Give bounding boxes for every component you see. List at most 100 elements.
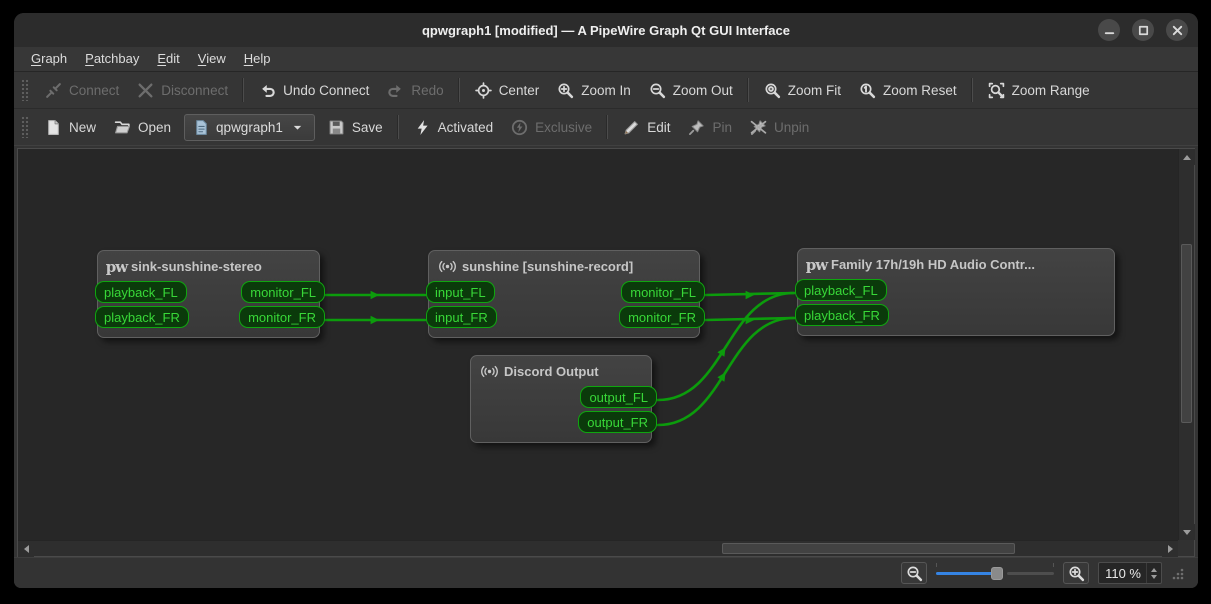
scroll-up-button[interactable] <box>1179 149 1195 165</box>
scroll-down-button[interactable] <box>1179 524 1195 540</box>
zoom-fit-icon <box>764 82 781 99</box>
chevron-down-icon <box>289 119 306 136</box>
graph-node[interactable]: pwsink-sunshine-stereoplayback_FLmonitor… <box>97 250 320 338</box>
save-button[interactable]: Save <box>319 113 392 142</box>
redo-icon <box>387 82 404 99</box>
pin-button[interactable]: Pin <box>679 113 741 142</box>
input-port[interactable]: playback_FR <box>795 304 889 326</box>
unpin-button[interactable]: Unpin <box>741 113 818 142</box>
scroll-down-icon <box>1183 530 1191 535</box>
maximize-icon <box>1135 22 1152 39</box>
connect-button[interactable]: Connect <box>36 76 128 105</box>
toolbar-handle[interactable] <box>21 79 29 101</box>
toolbar-separator <box>459 78 460 102</box>
pipewire-icon: pw <box>108 258 125 275</box>
undo-connect-button[interactable]: Undo Connect <box>250 76 378 105</box>
zoom-spin-arrows[interactable] <box>1146 563 1161 583</box>
open-icon <box>114 119 131 136</box>
node-title: pw sink-sunshine-stereo <box>98 251 319 279</box>
activated-button[interactable]: Activated <box>405 113 503 142</box>
input-port[interactable]: playback_FL <box>795 279 887 301</box>
vertical-scroll-thumb[interactable] <box>1181 244 1192 424</box>
zoom-range-icon <box>988 82 1005 99</box>
graph-node[interactable]: pwFamily 17h/19h HD Audio Contr...playba… <box>797 248 1115 336</box>
vertical-scroll-track[interactable] <box>1179 165 1194 524</box>
zoom-out-button[interactable] <box>901 562 927 584</box>
zoom-out-button[interactable]: Zoom Out <box>640 76 742 105</box>
zoom-in-button[interactable] <box>1063 562 1089 584</box>
patchbay-profile-combobox[interactable]: qpwgraph1 <box>184 114 315 141</box>
toolbar-button-label: Exclusive <box>535 120 592 135</box>
toolbar-button-label: Unpin <box>774 120 809 135</box>
toolbar-separator <box>607 115 608 139</box>
node-title-text: sunshine [sunshine-record] <box>462 259 633 274</box>
horizontal-scroll-track[interactable] <box>34 541 1162 556</box>
scrollbar-corner <box>1178 540 1194 556</box>
open-button[interactable]: Open <box>105 113 180 142</box>
titlebar[interactable]: qpwgraph1 [modified] — A PipeWire Graph … <box>14 13 1198 47</box>
save-icon <box>328 119 345 136</box>
redo-button[interactable]: Redo <box>378 76 452 105</box>
toolbar-button-label: Zoom Reset <box>883 83 957 98</box>
new-icon <box>45 119 62 136</box>
disconnect-button[interactable]: Disconnect <box>128 76 237 105</box>
new-button[interactable]: New <box>36 113 105 142</box>
edit-button[interactable]: Edit <box>614 113 679 142</box>
menu-help[interactable]: Help <box>235 47 280 71</box>
minimize-button[interactable] <box>1098 19 1120 41</box>
toolbar-button-label: Zoom Range <box>1012 83 1090 98</box>
horizontal-scrollbar[interactable] <box>18 540 1178 556</box>
graph-canvas[interactable]: pwsink-sunshine-stereoplayback_FLmonitor… <box>18 149 1178 540</box>
node-title-text: Discord Output <box>504 364 599 379</box>
pipewire-icon: pw <box>808 256 825 273</box>
resize-grip[interactable] <box>1171 567 1184 580</box>
scroll-left-button[interactable] <box>18 541 34 557</box>
graph-toolbar: ConnectDisconnectUndo ConnectRedoCenterZ… <box>14 72 1198 109</box>
output-port[interactable]: output_FR <box>578 411 657 433</box>
vertical-scrollbar[interactable] <box>1178 149 1194 540</box>
output-port[interactable]: monitor_FR <box>619 306 705 328</box>
menu-edit[interactable]: Edit <box>148 47 188 71</box>
zoom-fit-button[interactable]: Zoom Fit <box>755 76 850 105</box>
graph-node[interactable]: Discord Outputoutput_FLoutput_FR <box>470 355 652 443</box>
zoom-value: 110 % <box>1099 566 1146 581</box>
scroll-right-button[interactable] <box>1162 541 1178 557</box>
node-title: sunshine [sunshine-record] <box>429 251 699 279</box>
input-port[interactable]: input_FL <box>426 281 495 303</box>
input-port[interactable]: playback_FL <box>95 281 187 303</box>
input-port[interactable]: input_FR <box>426 306 497 328</box>
exclusive-button[interactable]: Exclusive <box>502 113 601 142</box>
zoom-out-icon <box>906 565 923 582</box>
graph-node[interactable]: sunshine [sunshine-record]input_FLmonito… <box>428 250 700 338</box>
node-title-text: sink-sunshine-stereo <box>131 259 262 274</box>
input-port[interactable]: playback_FR <box>95 306 189 328</box>
exclusive-icon <box>511 119 528 136</box>
menu-patchbay[interactable]: Patchbay <box>76 47 148 71</box>
document-icon <box>193 119 210 136</box>
horizontal-scroll-thumb[interactable] <box>722 543 1015 554</box>
menu-view[interactable]: View <box>189 47 235 71</box>
output-port[interactable]: monitor_FL <box>621 281 705 303</box>
unpin-icon <box>750 119 767 136</box>
zoom-spinbox[interactable]: 110 % <box>1098 562 1162 584</box>
zoom-range-button[interactable]: Zoom Range <box>979 76 1099 105</box>
app-window: qpwgraph1 [modified] — A PipeWire Graph … <box>14 13 1198 588</box>
toolbar-button-label: Disconnect <box>161 83 228 98</box>
undo-icon <box>259 82 276 99</box>
center-button[interactable]: Center <box>466 76 549 105</box>
zoom-in-button[interactable]: Zoom In <box>548 76 640 105</box>
center-icon <box>475 82 492 99</box>
menu-graph[interactable]: Graph <box>22 47 76 71</box>
maximize-button[interactable] <box>1132 19 1154 41</box>
close-button[interactable] <box>1166 19 1188 41</box>
zoom-slider-handle[interactable] <box>991 567 1003 580</box>
toolbar-handle[interactable] <box>21 116 29 138</box>
output-port[interactable]: monitor_FL <box>241 281 325 303</box>
zoom-slider[interactable] <box>936 564 1054 582</box>
zoom-in-icon <box>557 82 574 99</box>
zoom-reset-button[interactable]: Zoom Reset <box>850 76 966 105</box>
zoom-in-icon <box>1068 565 1085 582</box>
output-port[interactable]: monitor_FR <box>239 306 325 328</box>
output-port[interactable]: output_FL <box>580 386 657 408</box>
zoom-out-icon <box>649 82 666 99</box>
